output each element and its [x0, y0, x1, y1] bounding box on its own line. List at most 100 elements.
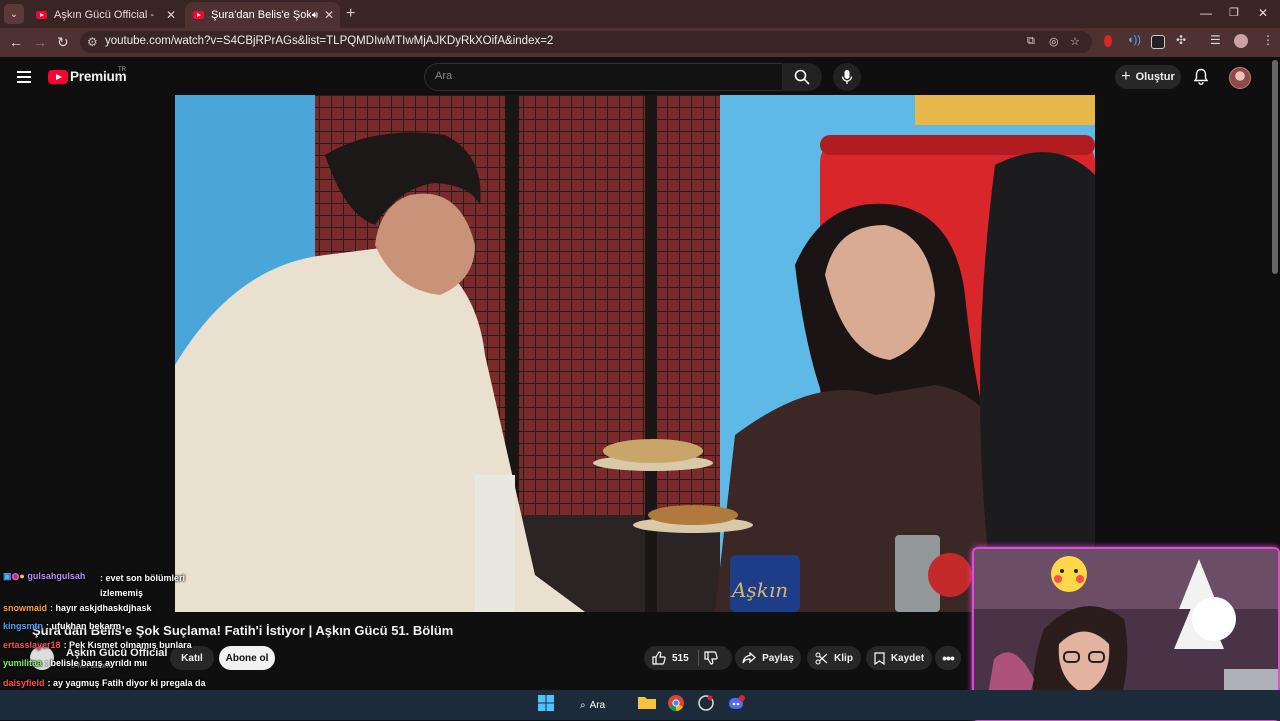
- subscribe-button[interactable]: Abone ol: [219, 646, 275, 670]
- chat-message: yumilitaa: belisle barış ayrıldı mıı: [3, 658, 147, 668]
- bookmark-star-icon[interactable]: ☆: [1070, 35, 1080, 48]
- tab-close-icon[interactable]: ✕: [324, 8, 334, 22]
- account-avatar[interactable]: [1229, 67, 1251, 89]
- youtube-play-icon: [48, 69, 68, 84]
- windows-taskbar: ⌕ Ara: [0, 690, 1280, 720]
- bell-icon: [1193, 68, 1209, 85]
- youtube-premium-logo[interactable]: Premium TR: [48, 67, 127, 84]
- more-icon: •••: [942, 650, 955, 666]
- file-explorer-button[interactable]: [638, 695, 658, 715]
- share-button[interactable]: Paylaş: [735, 646, 801, 670]
- chat-message: kingsmtn: ufukhan bekarm: [3, 621, 121, 631]
- microphone-icon: [841, 70, 853, 84]
- tab-close-icon[interactable]: ✕: [166, 8, 176, 22]
- chat-username: ertasslayer18: [3, 640, 61, 650]
- back-icon[interactable]: ←: [9, 34, 23, 50]
- chat-username: kingsmtn: [3, 621, 44, 631]
- like-divider: [698, 650, 699, 666]
- discord-icon: [729, 695, 745, 709]
- browser-tabbar: ⌄ Aşkın Gücü Official - YouTube ✕ Şura'd…: [0, 0, 1280, 28]
- dislike-button[interactable]: [704, 651, 718, 670]
- browser-tab-2-active[interactable]: Şura'dan Belis'e Şok Suçlam 🔊︎ ✕: [185, 2, 340, 28]
- search-icon: [794, 69, 810, 85]
- video-player[interactable]: Aşkın: [175, 95, 1095, 612]
- chat-message: snowmaid: hayır askjdhaskdjhask: [3, 603, 152, 613]
- youtube-favicon-icon: [36, 11, 47, 19]
- chat-message: ertasslayer18: Pek Kısmet olmamış bunlar…: [3, 640, 192, 650]
- page-scrollbar[interactable]: [1272, 60, 1278, 274]
- install-icon[interactable]: ⧉: [1027, 35, 1035, 48]
- search-input[interactable]: Ara: [424, 63, 784, 91]
- chat-username: snowmaid: [3, 603, 48, 613]
- bookmark-icon: [874, 651, 885, 665]
- folder-icon: [638, 697, 656, 709]
- youtube-header: Premium TR Ara + Oluştur: [0, 57, 1280, 95]
- extension-red-icon[interactable]: [1104, 35, 1112, 47]
- search-icon: ⌕: [580, 699, 586, 711]
- tab-title: Aşkın Gücü Official - YouTube: [54, 9, 154, 21]
- chat-text: : belisle barış ayrıldı mıı: [45, 658, 148, 668]
- youtube-favicon-icon: [193, 11, 204, 19]
- channel-logo-overlay: Aşkın: [732, 578, 789, 602]
- url-text: youtube.com/watch?v=S4CBjRPrAGs&list=TLP…: [105, 35, 554, 47]
- extensions-puzzle-icon[interactable]: ✣: [1176, 33, 1188, 47]
- tab-search-icon[interactable]: ⌄: [4, 4, 24, 24]
- country-code: TR: [118, 67, 126, 73]
- voice-search-button[interactable]: [833, 63, 861, 91]
- chat-username: gulsahgulsah: [27, 571, 86, 581]
- notifications-button[interactable]: [1193, 68, 1209, 90]
- reload-icon[interactable]: ↻: [57, 34, 69, 51]
- windows-logo-icon: [538, 695, 554, 711]
- badge-icons: ▣: [3, 571, 12, 581]
- browser-menu-icon[interactable]: ⋮: [1262, 33, 1274, 47]
- chat-username: yumilitaa: [3, 658, 43, 668]
- chat-text: : ufukhan bekarm: [46, 621, 122, 631]
- clip-label: Klip: [834, 652, 853, 664]
- extension-wave-icon[interactable]: ◖)): [1127, 34, 1141, 46]
- extension-box-icon[interactable]: [1151, 35, 1165, 49]
- thumbs-down-icon: [704, 651, 718, 665]
- eye-off-icon[interactable]: ◎: [1049, 35, 1059, 48]
- browser-tab-1[interactable]: Aşkın Gücü Official - YouTube ✕: [28, 2, 182, 28]
- window-close-icon[interactable]: ✕: [1258, 6, 1268, 20]
- address-bar[interactable]: ⚙ youtube.com/watch?v=S4CBjRPrAGs&list=T…: [80, 31, 1092, 53]
- chat-username: daisyfield: [3, 678, 45, 688]
- windows-start-button[interactable]: [538, 695, 558, 715]
- create-label: Oluştur: [1135, 71, 1175, 83]
- create-button[interactable]: + Oluştur: [1115, 65, 1181, 89]
- restore-icon[interactable]: ❐: [1229, 6, 1239, 19]
- like-count: 515: [672, 652, 689, 664]
- minimize-icon[interactable]: —: [1200, 6, 1212, 20]
- profile-avatar[interactable]: [1234, 34, 1248, 48]
- share-label: Paylaş: [762, 652, 794, 664]
- new-tab-icon[interactable]: +: [346, 5, 355, 23]
- reading-list-icon[interactable]: ☰: [1210, 33, 1222, 47]
- tab-title: Şura'dan Belis'e Şok Suçlam: [211, 9, 311, 21]
- chat-message: ▣◍● gulsahgulsah: [3, 571, 88, 582]
- app-circle-icon: [698, 695, 714, 711]
- forward-icon[interactable]: →: [33, 34, 47, 50]
- app-taskbar-button[interactable]: [698, 695, 718, 715]
- chat-text: : Pek Kısmet olmamış bunlara: [63, 640, 192, 650]
- save-label: Kaydet: [890, 652, 925, 664]
- discord-taskbar-button[interactable]: [728, 695, 748, 715]
- menu-icon[interactable]: [17, 71, 31, 86]
- like-button[interactable]: 515: [644, 646, 732, 670]
- taskbar-search-label: Ara: [589, 699, 606, 711]
- speaker-icon[interactable]: 🔊︎: [312, 10, 318, 21]
- badge-icons: ●: [19, 571, 25, 581]
- chat-text: : evet son bölümleri izlememiş: [100, 573, 186, 598]
- save-button[interactable]: Kaydet: [866, 646, 932, 670]
- share-icon: [742, 652, 757, 664]
- browser-toolbar: ← → ↻ ⚙ youtube.com/watch?v=S4CBjRPrAGs&…: [0, 28, 1280, 57]
- search-placeholder: Ara: [435, 70, 453, 82]
- site-info-icon[interactable]: ⚙: [87, 35, 98, 49]
- clip-button[interactable]: Klip: [807, 646, 861, 670]
- chrome-taskbar-button[interactable]: [668, 695, 688, 715]
- chat-text: : hayır askjdhaskdjhask: [50, 603, 152, 613]
- chrome-icon: [668, 695, 684, 711]
- search-button[interactable]: [782, 63, 822, 91]
- video-frame: [175, 95, 1095, 612]
- more-actions-button[interactable]: •••: [935, 646, 961, 670]
- taskbar-search[interactable]: ⌕ Ara: [580, 696, 616, 714]
